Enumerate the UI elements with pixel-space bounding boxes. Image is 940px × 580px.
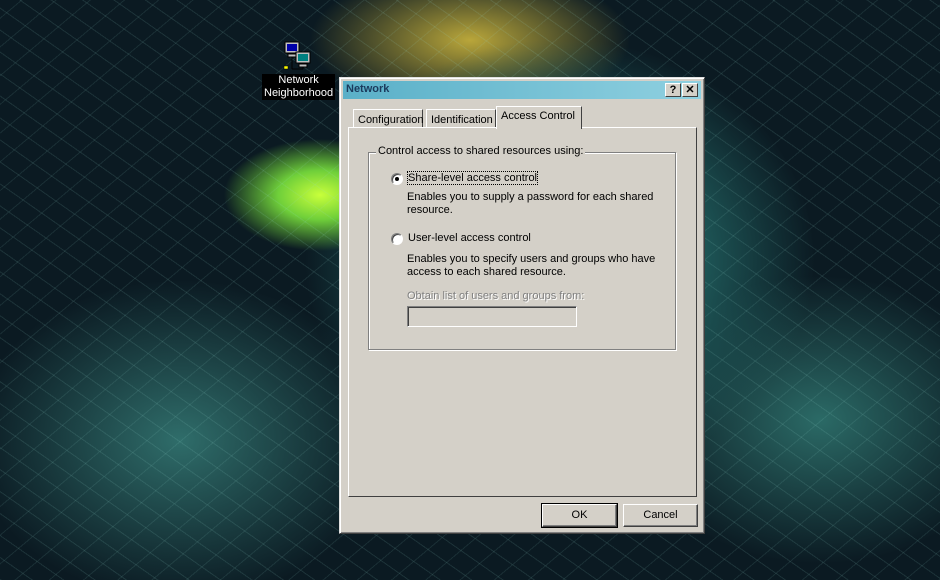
radio-button-user-level[interactable]	[391, 233, 403, 245]
radio-label-share-level[interactable]: Share-level access control	[406, 171, 539, 185]
user-level-description: Enables you to specify users and groups …	[407, 253, 656, 278]
desktop-icon-network-neighborhood[interactable]: Network Neighborhood	[262, 40, 336, 100]
share-level-description: Enables you to supply a password for eac…	[407, 191, 654, 216]
cancel-button[interactable]: Cancel	[623, 504, 698, 527]
help-button[interactable]: ?	[665, 83, 681, 97]
radio-label-user-level[interactable]: User-level access control	[408, 232, 531, 244]
group-legend: Control access to shared resources using…	[376, 145, 586, 157]
obtain-list-label: Obtain list of users and groups from:	[407, 290, 585, 302]
access-control-panel: Control access to shared resources using…	[348, 127, 697, 497]
close-button[interactable]: ✕	[682, 83, 698, 97]
close-icon: ✕	[685, 84, 695, 96]
access-control-group: Control access to shared resources using…	[368, 145, 676, 350]
dialog-title: Network	[346, 83, 390, 95]
ok-button[interactable]: OK	[541, 503, 618, 528]
radio-button-share-level[interactable]	[391, 173, 403, 185]
title-bar[interactable]: Network ? ✕	[343, 81, 701, 99]
obtain-list-field	[407, 306, 577, 327]
tab-configuration[interactable]: Configuration	[353, 109, 423, 127]
network-dialog: Network ? ✕ Configuration Identification…	[339, 77, 705, 534]
desktop-icon-label: Network Neighborhood	[262, 74, 336, 100]
tab-access-control[interactable]: Access Control	[496, 106, 582, 129]
tab-identification[interactable]: Identification	[426, 109, 496, 127]
network-neighborhood-icon	[283, 41, 311, 70]
radio-selected-dot	[395, 177, 399, 181]
